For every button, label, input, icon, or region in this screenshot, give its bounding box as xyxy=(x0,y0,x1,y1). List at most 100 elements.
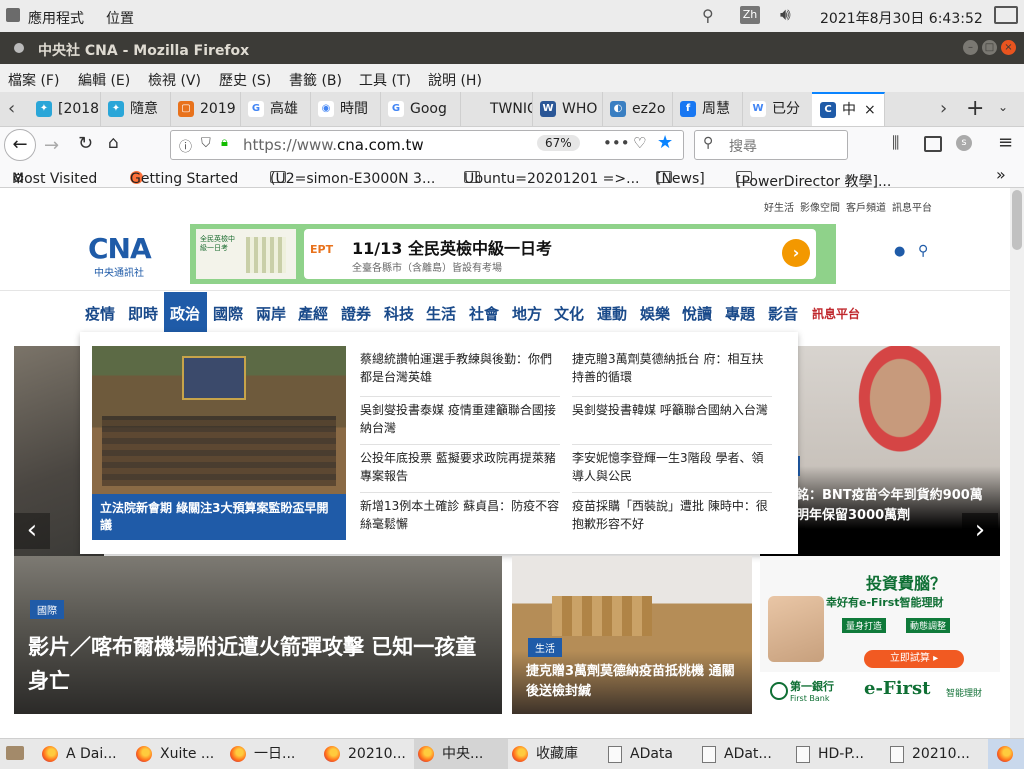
taskbar-window-button[interactable]: AData xyxy=(602,739,696,769)
menu-edit[interactable]: 編輯 (E) xyxy=(78,70,130,90)
input-method-indicator[interactable]: Zh xyxy=(740,6,760,24)
nav-realtime[interactable]: 即時 xyxy=(128,303,158,324)
tab-twnic[interactable]: TWNIC xyxy=(460,92,533,126)
network-tool-icon[interactable]: ⚲ xyxy=(702,6,720,25)
menu-help[interactable]: 說明 (H) xyxy=(428,70,482,90)
tab-google[interactable]: G Goog xyxy=(380,92,461,126)
places-menu[interactable]: 位置 xyxy=(106,8,134,28)
top-link-image-space[interactable]: 影像空間 xyxy=(800,199,840,214)
menu-file[interactable]: 檔案 (F) xyxy=(8,70,59,90)
carousel-prev-button[interactable]: ‹ xyxy=(14,513,50,549)
site-search-icon[interactable]: ⚲ xyxy=(918,243,928,259)
back-button[interactable]: ← xyxy=(4,129,36,161)
taskbar-window-button[interactable]: 20210... xyxy=(320,739,414,769)
tab-2019[interactable]: ▢ 2019 xyxy=(170,92,241,126)
minimize-button[interactable]: – xyxy=(963,40,978,55)
taskbar-window-button[interactable]: HD-P... xyxy=(790,739,884,769)
taskbar-window-button[interactable]: 收藏庫 xyxy=(508,739,602,769)
search-input[interactable]: 搜尋 xyxy=(729,136,757,156)
main-story-card[interactable]: 國際 影片／喀布爾機場附近遭火箭彈攻擊 已知一孩童身亡 xyxy=(14,556,502,714)
search-box[interactable]: ⚲ 搜尋 xyxy=(694,130,848,160)
dropdown-headline[interactable]: 吳釗燮投書泰媒 疫情重建籲聯合國接納台灣 xyxy=(360,396,560,437)
zoom-level-badge[interactable]: 67% xyxy=(537,135,580,151)
ad-efirst-cta-button[interactable]: 立即試算 ▸ xyxy=(864,650,964,668)
menu-view[interactable]: 檢視 (V) xyxy=(148,70,201,90)
nav-special[interactable]: 專題 xyxy=(725,303,755,324)
volume-icon[interactable]: 🔊︎ xyxy=(780,5,791,25)
top-link-good-life[interactable]: 好生活 xyxy=(764,199,794,214)
top-link-message-platform[interactable]: 訊息平台 xyxy=(892,199,932,214)
close-button[interactable]: × xyxy=(1001,40,1016,55)
dropdown-headline[interactable]: 新增13例本土確診 蘇貞昌：防疫不容絲毫鬆懈 xyxy=(360,492,560,533)
bookmarks-overflow-icon[interactable]: » xyxy=(996,165,1006,184)
url-bar[interactable]: ⓘ ⛉ 🔒︎ https://www.cna.com.tw 67% ••• ♡ … xyxy=(170,130,684,160)
nav-technology[interactable]: 科技 xyxy=(384,303,414,324)
computer-icon[interactable] xyxy=(994,6,1018,24)
nav-culture[interactable]: 文化 xyxy=(554,303,584,324)
nav-industry[interactable]: 產經 xyxy=(298,303,328,324)
account-icon[interactable]: s xyxy=(956,135,972,151)
dropdown-headline[interactable]: 蔡總統讚帕運選手教練與後勤：你們都是台灣英雄 xyxy=(360,350,560,386)
nav-message-platform[interactable]: 訊息平台 xyxy=(812,305,860,322)
taskbar-window-button[interactable]: 中央... xyxy=(414,739,508,769)
nav-sports[interactable]: 運動 xyxy=(597,303,627,324)
tab-wiki[interactable]: W 已分 xyxy=(742,92,813,126)
nav-international[interactable]: 國際 xyxy=(213,303,243,324)
dropdown-headline[interactable]: 公投年底投票 藍擬要求政院再提萊豬專案報告 xyxy=(360,444,560,485)
globe-icon[interactable]: ● xyxy=(894,244,905,259)
tab-kaohsiung[interactable]: G 高雄 xyxy=(240,92,311,126)
tracking-shield-icon[interactable]: ⛉ xyxy=(201,136,211,151)
story-card-life[interactable]: 生活 捷克贈3萬劑莫德納疫苗抵桃機 通關後送檢封緘 xyxy=(512,556,752,714)
info-icon[interactable]: ⓘ xyxy=(179,136,192,155)
tab-2018[interactable]: ✦ [2018 xyxy=(28,92,101,126)
taskbar-window-button[interactable]: 20210... xyxy=(884,739,978,769)
nav-politics[interactable]: 政治 xyxy=(170,303,200,324)
nav-securities[interactable]: 證券 xyxy=(341,303,371,324)
show-desktop-icon[interactable] xyxy=(6,746,24,760)
nav-epidemic[interactable]: 疫情 xyxy=(85,303,115,324)
dropdown-feature-image[interactable] xyxy=(92,346,346,494)
hamburger-menu-icon[interactable]: ≡ xyxy=(998,132,1013,153)
tab-list-chevron-icon[interactable]: ⌄ xyxy=(998,100,1008,114)
tab-cna[interactable]: C 中 × xyxy=(812,92,885,126)
nav-local[interactable]: 地方 xyxy=(512,303,542,324)
tab-ez2o[interactable]: ◐ ez2o xyxy=(602,92,673,126)
taskbar-window-button[interactable]: 一日... xyxy=(226,739,320,769)
page-actions-icon[interactable]: ••• xyxy=(603,134,630,152)
nav-cross-strait[interactable]: 兩岸 xyxy=(256,303,286,324)
cna-logo[interactable]: CNA 中央通訊社 xyxy=(88,232,152,279)
dropdown-headline[interactable]: 吳釗燮投書韓媒 呼籲聯合國納入台灣 xyxy=(572,396,772,419)
menu-tools[interactable]: 工具 (T) xyxy=(359,70,411,90)
tab-who[interactable]: W WHO xyxy=(532,92,603,126)
ad-banner-gept[interactable]: 全民英檢中級一日考 EPT 11/13 全民英檢中級一日考 全臺各縣市（含離島）… xyxy=(190,224,836,284)
menu-history[interactable]: 歷史 (S) xyxy=(219,70,271,90)
applications-menu[interactable]: 應用程式 xyxy=(28,8,84,28)
nav-life[interactable]: 生活 xyxy=(426,303,456,324)
maximize-button[interactable]: □ xyxy=(982,40,997,55)
page-scrollbar-thumb[interactable] xyxy=(1012,190,1022,250)
menu-bookmarks[interactable]: 書籤 (B) xyxy=(289,70,342,90)
ad-arrow-button[interactable]: › xyxy=(782,239,810,267)
bookmark-star-icon[interactable]: ★ xyxy=(657,132,673,153)
clock[interactable]: 2021年8月30日 6:43:52 xyxy=(820,8,983,28)
tray-firefox-icon[interactable] xyxy=(988,739,1024,769)
apps-menu-icon[interactable] xyxy=(6,8,20,22)
nav-video[interactable]: 影音 xyxy=(768,303,798,324)
dropdown-feature-caption-bg[interactable]: 立法院新會期 綠關注3大預算案監盼盃早開議 xyxy=(92,494,346,540)
url-text[interactable]: https://www.cna.com.tw xyxy=(243,136,424,154)
tab-close-icon[interactable]: × xyxy=(864,102,876,118)
tab-random[interactable]: ✦ 隨意 xyxy=(100,92,171,126)
top-link-client-channel[interactable]: 客戶頻道 xyxy=(846,199,886,214)
pocket-icon[interactable]: ♡ xyxy=(633,134,646,152)
carousel-next-button[interactable]: › xyxy=(962,513,998,549)
dropdown-headline[interactable]: 李安妮憶李登輝一生3階段 學者、領導人與公民 xyxy=(572,444,772,485)
tabs-scroll-right-icon[interactable]: › xyxy=(940,98,947,119)
taskbar-window-button[interactable]: A Dai... xyxy=(38,739,132,769)
forward-button[interactable]: → xyxy=(44,135,59,156)
sidebar-icon[interactable] xyxy=(924,136,942,152)
page-scrollbar[interactable] xyxy=(1010,188,1024,738)
nav-society[interactable]: 社會 xyxy=(469,303,499,324)
reload-button[interactable]: ↻ xyxy=(78,133,93,154)
tab-facebook[interactable]: f 周慧 xyxy=(672,92,743,126)
ad-efirst[interactable]: 投資費腦？ 幸好有e-First智能理財 量身打造 動態調整 立即試算 ▸ 第一… xyxy=(760,556,1000,714)
